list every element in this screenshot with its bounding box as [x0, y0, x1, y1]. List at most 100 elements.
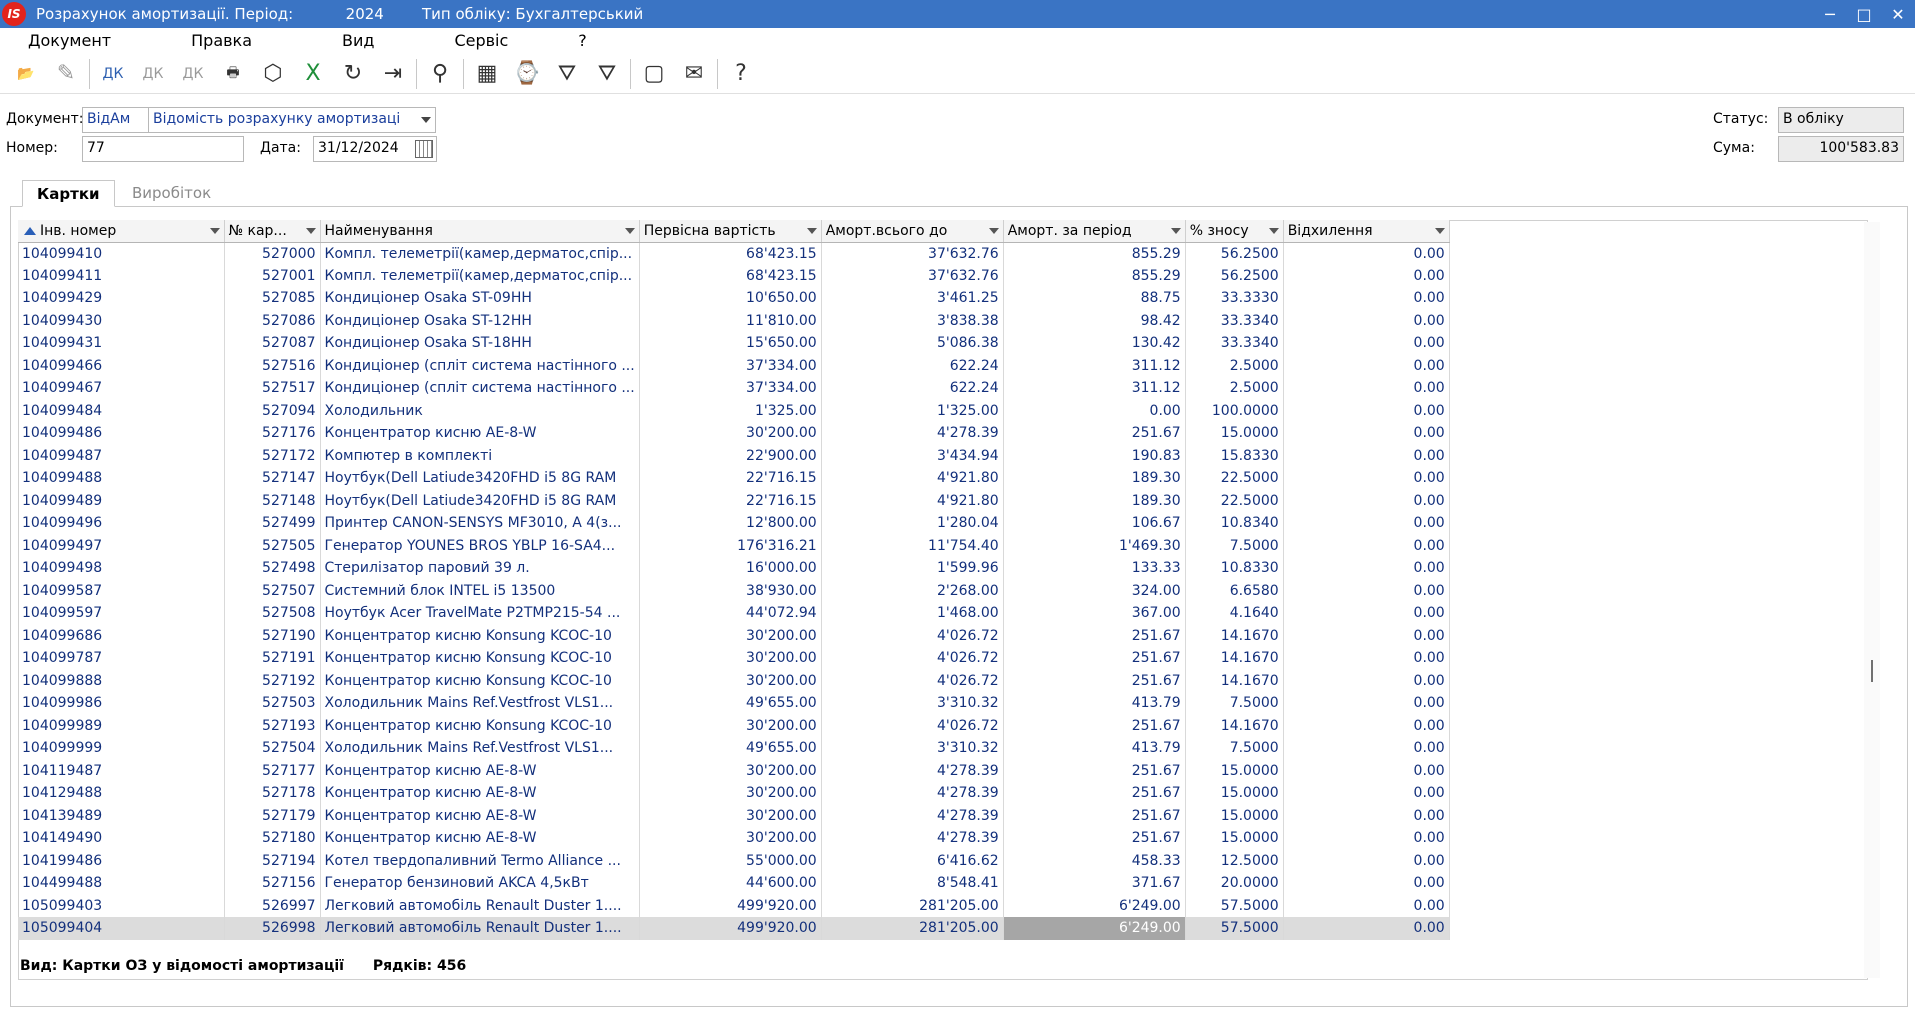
filter-icon[interactable]: ⛛ — [547, 56, 587, 92]
excel-export-icon[interactable]: X — [293, 56, 333, 92]
menu-document[interactable]: Документ — [18, 31, 121, 50]
vertical-scrollbar[interactable] — [1864, 222, 1880, 978]
initial-cost-cell: 30'200.00 — [639, 782, 822, 805]
column-header-name[interactable]: Найменування — [320, 220, 640, 243]
toolbar-separator — [717, 58, 718, 89]
debit-credit-cancel-icon[interactable]: ДК — [173, 56, 213, 92]
chevron-down-icon[interactable] — [1434, 228, 1445, 234]
column-header-amort-before[interactable]: Аморт.всього до — [821, 220, 1004, 243]
debit-credit-icon[interactable]: ДК — [93, 56, 133, 92]
scrollbar-thumb[interactable] — [1871, 660, 1873, 682]
document-type-select[interactable]: Відомість розрахунку амортизаці — [148, 107, 436, 133]
table-row[interactable]: 104499488 527156 Генератор бензиновий AKCA… — [18, 872, 1450, 895]
column-header-inv-number[interactable]: Інв. номер — [18, 220, 225, 243]
column-header-wear-percent[interactable]: % зносу — [1185, 220, 1284, 243]
clear-filter-icon[interactable]: ⛛ — [587, 56, 627, 92]
table-row[interactable]: 104099488 527147 Ноутбук(Dell Latiude3420F… — [18, 467, 1450, 490]
document-code-field[interactable]: ВідАм — [82, 107, 150, 133]
table-row[interactable]: 104119487 527177 Концентратор кисню AE-8-W… — [18, 759, 1450, 782]
debit-credit-dim-icon[interactable]: ДК — [133, 56, 173, 92]
table-row[interactable]: 104099497 527505 Генератор YOUNES BROS YBL… — [18, 534, 1450, 557]
table-row[interactable]: 104099999 527504 Холодильник Mains Ref.Ves… — [18, 737, 1450, 760]
deviation-cell: 0.00 — [1283, 759, 1450, 782]
initial-cost-cell: 68'423.15 — [639, 264, 822, 287]
table-row[interactable]: 104099986 527503 Холодильник Mains Ref.Ves… — [18, 692, 1450, 715]
initial-cost-cell: 30'200.00 — [639, 624, 822, 647]
table-row[interactable]: 104099486 527176 Концентратор кисню AE-8-W… — [18, 422, 1450, 445]
table-row[interactable]: 104099430 527086 Кондиціонер Osaka ST-12HH… — [18, 309, 1450, 332]
table-row[interactable]: 104099686 527190 Концентратор кисню Konsun… — [18, 624, 1450, 647]
amort-before-cell: 3'838.38 — [821, 309, 1004, 332]
number-field[interactable]: 77 — [82, 136, 244, 162]
mail-icon[interactable]: ✉ — [674, 56, 714, 92]
table-row[interactable]: 104099429 527085 Кондиціонер Osaka ST-09HH… — [18, 287, 1450, 310]
initial-cost-cell: 30'200.00 — [639, 827, 822, 850]
chevron-down-icon[interactable] — [806, 228, 817, 234]
table-row[interactable]: 104099989 527193 Концентратор кисню Konsun… — [18, 714, 1450, 737]
edit-document-icon[interactable]: ✎ — [46, 56, 86, 92]
table-row[interactable]: 104099410 527000 Компл. телеметрії(камер,д… — [18, 242, 1450, 265]
chevron-down-icon[interactable] — [988, 228, 999, 234]
table-row[interactable]: 104129488 527178 Концентратор кисню AE-8-W… — [18, 782, 1450, 805]
table-row[interactable]: 104099587 527507 Системний блок INTEL i5 1… — [18, 579, 1450, 602]
date-field[interactable]: 31/12/2024 — [313, 136, 437, 162]
grid-footer: Вид: Картки ОЗ у відомості амортизації Р… — [20, 958, 490, 974]
package-icon[interactable]: ⬡ — [253, 56, 293, 92]
chevron-down-icon[interactable] — [421, 117, 431, 123]
table-row[interactable]: 104199486 527194 Котел твердопаливний Term… — [18, 849, 1450, 872]
menu-view[interactable]: Вид — [332, 31, 384, 50]
menu-help[interactable]: ? — [568, 31, 597, 50]
chevron-down-icon[interactable] — [1268, 228, 1279, 234]
table-row[interactable]: 105099403 526997 Легковий автомобіль Renau… — [18, 894, 1450, 917]
table-icon[interactable]: ▦ — [467, 56, 507, 92]
table-row[interactable]: 105099404 526998 Легковий автомобіль Renau… — [18, 917, 1450, 940]
wear-percent-cell: 12.5000 — [1185, 849, 1284, 872]
table-row[interactable]: 104099466 527516 Кондиціонер (спліт систем… — [18, 354, 1450, 377]
exit-icon[interactable]: ⇥ — [373, 56, 413, 92]
calendar-icon[interactable] — [415, 140, 433, 158]
table-row[interactable]: 104149490 527180 Концентратор кисню AE-8-W… — [18, 827, 1450, 850]
print-icon[interactable]: 🖶 — [213, 56, 253, 92]
table-row[interactable]: 104139489 527179 Концентратор кисню AE-8-W… — [18, 804, 1450, 827]
column-header-amort-period[interactable]: Аморт. за період — [1003, 220, 1186, 243]
open-folder-icon[interactable]: 📂 — [6, 56, 46, 92]
column-header-deviation[interactable]: Відхилення — [1283, 220, 1450, 243]
history-icon[interactable]: ⌚ — [507, 56, 547, 92]
menu-service[interactable]: Сервіс — [444, 31, 518, 50]
tab-output[interactable]: Виробіток — [118, 180, 225, 207]
menu-edit[interactable]: Правка — [181, 31, 262, 50]
amort-before-cell: 622.24 — [821, 377, 1004, 400]
table-row[interactable]: 104099431 527087 Кондиціонер Osaka ST-18HH… — [18, 332, 1450, 355]
initial-cost-cell: 11'810.00 — [639, 309, 822, 332]
amort-period-cell: 98.42 — [1003, 309, 1186, 332]
chevron-down-icon[interactable] — [305, 228, 316, 234]
inv-number-cell: 104099467 — [18, 377, 225, 400]
help-icon[interactable]: ? — [721, 56, 761, 92]
search-icon[interactable]: ⚲ — [420, 56, 460, 92]
chevron-down-icon[interactable] — [1170, 228, 1181, 234]
table-row[interactable]: 104099467 527517 Кондиціонер (спліт систем… — [18, 377, 1450, 400]
table-row[interactable]: 104099489 527148 Ноутбук(Dell Latiude3420F… — [18, 489, 1450, 512]
tab-cards[interactable]: Картки — [22, 180, 115, 207]
deviation-cell: 0.00 — [1283, 669, 1450, 692]
column-header-initial-cost[interactable]: Первісна вартість — [639, 220, 822, 243]
window-icon[interactable]: ▢ — [634, 56, 674, 92]
chevron-down-icon[interactable] — [209, 228, 220, 234]
table-row[interactable]: 104099787 527191 Концентратор кисню Konsun… — [18, 647, 1450, 670]
initial-cost-cell: 44'072.94 — [639, 602, 822, 625]
inv-number-cell: 104099986 — [18, 692, 225, 715]
table-row[interactable]: 104099498 527498 Стерилізатор паровий 39 л… — [18, 557, 1450, 580]
minimize-icon[interactable]: ─ — [1813, 0, 1847, 28]
chevron-down-icon[interactable] — [624, 228, 635, 234]
table-row[interactable]: 104099487 527172 Компютер в комплекті 22'90… — [18, 444, 1450, 467]
close-icon[interactable]: ✕ — [1881, 0, 1915, 28]
deviation-cell: 0.00 — [1283, 737, 1450, 760]
table-row[interactable]: 104099496 527499 Принтер CANON-SENSYS MF30… — [18, 512, 1450, 535]
table-row[interactable]: 104099597 527508 Ноутбук Acer TravelMate P… — [18, 602, 1450, 625]
column-header-card-number[interactable]: № кар... — [224, 220, 321, 243]
maximize-icon[interactable]: □ — [1847, 0, 1881, 28]
refresh-icon[interactable]: ↻ — [333, 56, 373, 92]
table-row[interactable]: 104099411 527001 Компл. телеметрії(камер,д… — [18, 264, 1450, 287]
table-row[interactable]: 104099484 527094 Холодильник 1'325.00 1'325.… — [18, 399, 1450, 422]
table-row[interactable]: 104099888 527192 Концентратор кисню Konsun… — [18, 669, 1450, 692]
